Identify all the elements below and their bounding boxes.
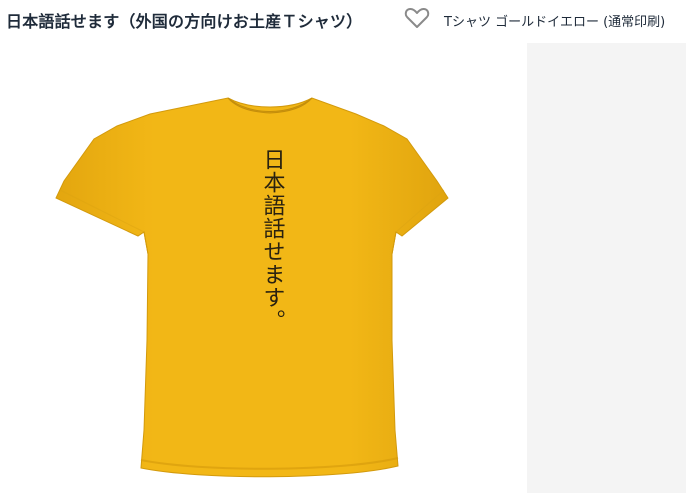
product-title: 日本語話せます（外国の方向けお土産Ｔシャツ） [6, 12, 363, 31]
side-panel [527, 43, 686, 493]
heart-icon[interactable] [404, 6, 430, 30]
tshirt-body [55, 97, 449, 478]
shirt-print-text: 日本語話せます。 [260, 148, 286, 332]
product-header: 日本語話せます（外国の方向けお土産Ｔシャツ） Tシャツ ゴールドイエロー (通常… [0, 0, 686, 38]
variant-label: Tシャツ ゴールドイエロー (通常印刷) [444, 15, 666, 30]
product-image[interactable]: 日本語話せます。 [0, 40, 524, 493]
